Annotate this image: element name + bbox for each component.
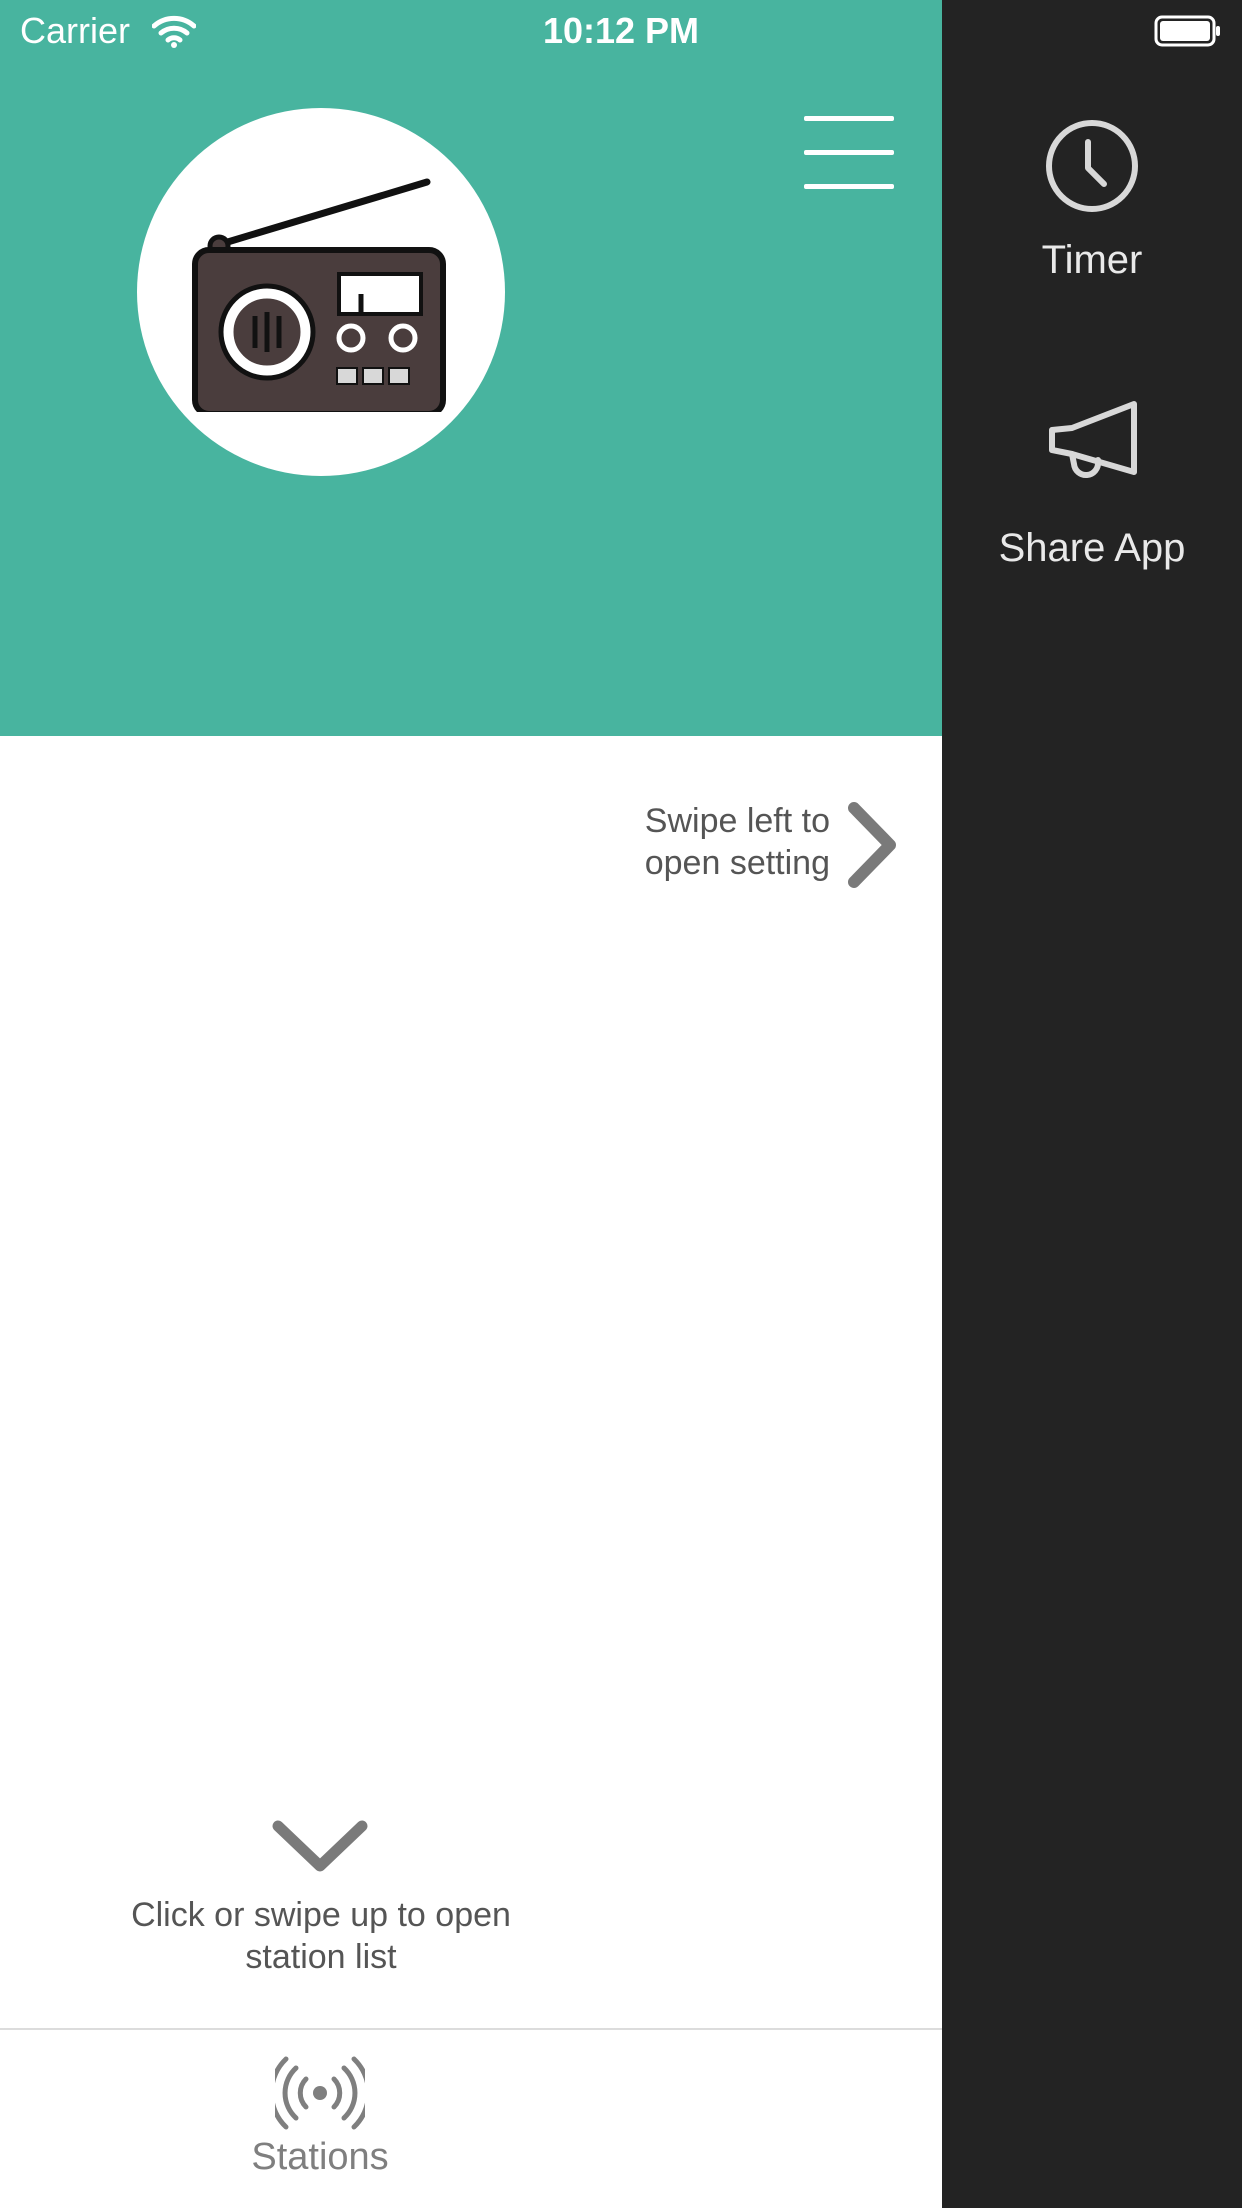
tab-stations-label: Stations: [251, 2136, 389, 2178]
swipe-left-hint: Swipe left to open setting: [644, 802, 830, 882]
settings-drawer: Timer Share App: [942, 0, 1242, 2208]
main-panel: Carrier Swipe left to open setting Click…: [0, 0, 942, 2208]
app-logo: [137, 108, 505, 476]
tab-stations[interactable]: Stations: [220, 2056, 420, 2179]
chevron-right-icon[interactable]: [844, 800, 900, 890]
open-station-list-hint[interactable]: Click or swipe up to open station list: [100, 1894, 542, 1978]
hamburger-menu-icon[interactable]: [804, 116, 894, 190]
drawer-item-share-app[interactable]: Share App: [942, 392, 1242, 571]
hamburger-line: [804, 116, 894, 121]
clock-icon: [1046, 120, 1138, 212]
broadcast-icon: [275, 2056, 365, 2130]
hamburger-line: [804, 150, 894, 155]
chevron-down-icon[interactable]: [272, 1818, 368, 1874]
status-time: 10:12 PM: [542, 10, 700, 51]
megaphone-icon: [1049, 401, 1137, 478]
header: Carrier: [0, 0, 942, 736]
drawer-item-timer[interactable]: Timer: [942, 118, 1242, 283]
drawer-item-timer-label: Timer: [1041, 238, 1143, 282]
tab-bar: Stations: [0, 2028, 942, 2208]
hamburger-line: [804, 184, 894, 189]
radio-icon: [192, 178, 446, 412]
drawer-item-share-app-label: Share App: [998, 526, 1186, 570]
